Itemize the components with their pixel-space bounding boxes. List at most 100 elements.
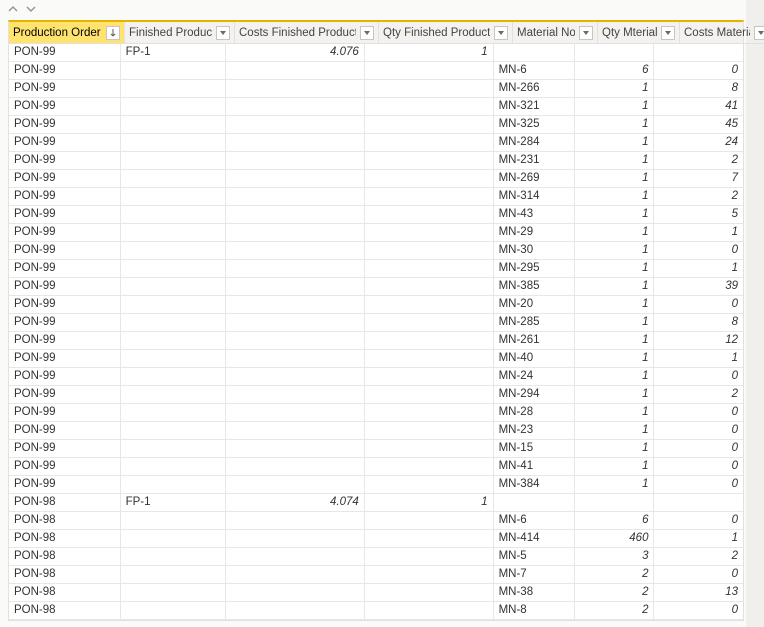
table-row[interactable]: PON-99MN-284124	[9, 134, 743, 152]
column-header-mat[interactable]: Material No	[513, 22, 598, 44]
table-row[interactable]: PON-99MN-321141	[9, 98, 743, 116]
table-row[interactable]: PON-99MN-261112	[9, 332, 743, 350]
table-row[interactable]: PON-98MN-532	[9, 548, 743, 566]
cell-qty_fp	[365, 386, 494, 404]
table-row[interactable]: PON-99MN-2810	[9, 404, 743, 422]
table-row[interactable]: PON-98FP-14.0741	[9, 494, 743, 512]
filter-dropdown-icon[interactable]	[494, 26, 508, 40]
cell-qty_fp	[365, 548, 494, 566]
cell-pon: PON-98	[9, 584, 121, 602]
cell-qty_fp	[365, 116, 494, 134]
table-row[interactable]: PON-99MN-4315	[9, 206, 743, 224]
table-row[interactable]: PON-99MN-29511	[9, 260, 743, 278]
cell-pon: PON-99	[9, 314, 121, 332]
table-row[interactable]: PON-99MN-2410	[9, 368, 743, 386]
cell-costs_mat	[654, 494, 743, 512]
cell-pon: PON-98	[9, 512, 121, 530]
cell-costs_mat: 0	[654, 512, 743, 530]
scrollbar-vertical[interactable]	[746, 0, 764, 627]
cell-costs_mat: 41	[654, 98, 743, 116]
table-row[interactable]: PON-99MN-385139	[9, 278, 743, 296]
sort-desc-icon[interactable]	[106, 26, 120, 40]
cell-qty_mat: 1	[575, 332, 654, 350]
table-row[interactable]: PON-99MN-29412	[9, 386, 743, 404]
table-row[interactable]: PON-98MN-4144601	[9, 530, 743, 548]
cell-qty_mat: 1	[575, 458, 654, 476]
table-row[interactable]: PON-99MN-3010	[9, 242, 743, 260]
cell-fp	[121, 368, 227, 386]
grid-body: PON-99FP-14.0761PON-99MN-660PON-99MN-266…	[9, 44, 743, 620]
table-row[interactable]: PON-99MN-4011	[9, 350, 743, 368]
cell-qty_fp	[365, 98, 494, 116]
table-row[interactable]: PON-98MN-720	[9, 566, 743, 584]
table-row[interactable]: PON-99MN-660	[9, 62, 743, 80]
filter-dropdown-icon[interactable]	[216, 26, 230, 40]
table-row[interactable]: PON-99MN-325145	[9, 116, 743, 134]
table-row[interactable]: PON-99MN-2911	[9, 224, 743, 242]
chevron-up-icon[interactable]	[6, 2, 20, 16]
cell-qty_mat: 1	[575, 476, 654, 494]
cell-fp	[121, 476, 227, 494]
cell-mat: MN-294	[494, 386, 576, 404]
cell-mat: MN-5	[494, 548, 576, 566]
cell-mat: MN-414	[494, 530, 576, 548]
cell-costs_mat: 1	[654, 530, 743, 548]
column-header-fp[interactable]: Finished Product	[125, 22, 235, 44]
table-row[interactable]: PON-99MN-2310	[9, 422, 743, 440]
cell-mat: MN-6	[494, 512, 576, 530]
cell-costs_mat: 39	[654, 278, 743, 296]
cell-costs_mat: 0	[654, 458, 743, 476]
filter-dropdown-icon[interactable]	[661, 26, 675, 40]
cell-pon: PON-99	[9, 134, 121, 152]
cell-pon: PON-99	[9, 152, 121, 170]
chevron-down-icon[interactable]	[24, 2, 38, 16]
cell-qty_fp	[365, 530, 494, 548]
table-row[interactable]: PON-99MN-26618	[9, 80, 743, 98]
column-header-qty_mat[interactable]: Qty Mterial	[598, 22, 680, 44]
column-header-qty_fp[interactable]: Qty Finished Product	[379, 22, 513, 44]
cell-mat: MN-384	[494, 476, 576, 494]
filter-dropdown-icon[interactable]	[360, 26, 374, 40]
table-row[interactable]: PON-99MN-2010	[9, 296, 743, 314]
cell-costs_mat: 12	[654, 332, 743, 350]
table-row[interactable]: PON-99MN-26917	[9, 170, 743, 188]
filter-dropdown-icon[interactable]	[579, 26, 593, 40]
filter-dropdown-icon[interactable]	[754, 26, 764, 40]
grid-header: Production Order NoFinished ProductCosts…	[9, 22, 743, 44]
cell-fp	[121, 134, 227, 152]
table-row[interactable]: PON-98MN-820	[9, 602, 743, 620]
cell-mat: MN-266	[494, 80, 576, 98]
cell-qty_mat	[575, 44, 654, 62]
cell-qty_mat: 3	[575, 548, 654, 566]
table-row[interactable]: PON-99MN-1510	[9, 440, 743, 458]
table-row[interactable]: PON-99MN-28518	[9, 314, 743, 332]
cell-costs_mat	[654, 44, 743, 62]
cell-pon: PON-99	[9, 260, 121, 278]
cell-fp	[121, 242, 227, 260]
column-header-costs_fp[interactable]: Costs Finished Product	[235, 22, 379, 44]
cell-fp	[121, 386, 227, 404]
cell-pon: PON-99	[9, 116, 121, 134]
table-row[interactable]: PON-99FP-14.0761	[9, 44, 743, 62]
cell-qty_mat: 1	[575, 350, 654, 368]
cell-pon: PON-99	[9, 242, 121, 260]
column-header-costs_mat[interactable]: Costs Material	[680, 22, 764, 44]
cell-costs_mat: 0	[654, 296, 743, 314]
cell-costs_fp	[226, 98, 364, 116]
table-row[interactable]: PON-98MN-660	[9, 512, 743, 530]
cell-qty_fp	[365, 62, 494, 80]
cell-costs_mat: 0	[654, 476, 743, 494]
table-row[interactable]: PON-98MN-38213	[9, 584, 743, 602]
cell-costs_fp	[226, 422, 364, 440]
column-header-pon[interactable]: Production Order No	[9, 22, 125, 44]
cell-qty_fp	[365, 440, 494, 458]
cell-costs_fp	[226, 332, 364, 350]
table-row[interactable]: PON-99MN-4110	[9, 458, 743, 476]
table-row[interactable]: PON-99MN-38410	[9, 476, 743, 494]
table-row[interactable]: PON-99MN-31412	[9, 188, 743, 206]
cell-mat: MN-15	[494, 440, 576, 458]
cell-costs_mat: 2	[654, 548, 743, 566]
cell-costs_fp	[226, 224, 364, 242]
column-header-label: Material No	[517, 27, 575, 39]
table-row[interactable]: PON-99MN-23112	[9, 152, 743, 170]
